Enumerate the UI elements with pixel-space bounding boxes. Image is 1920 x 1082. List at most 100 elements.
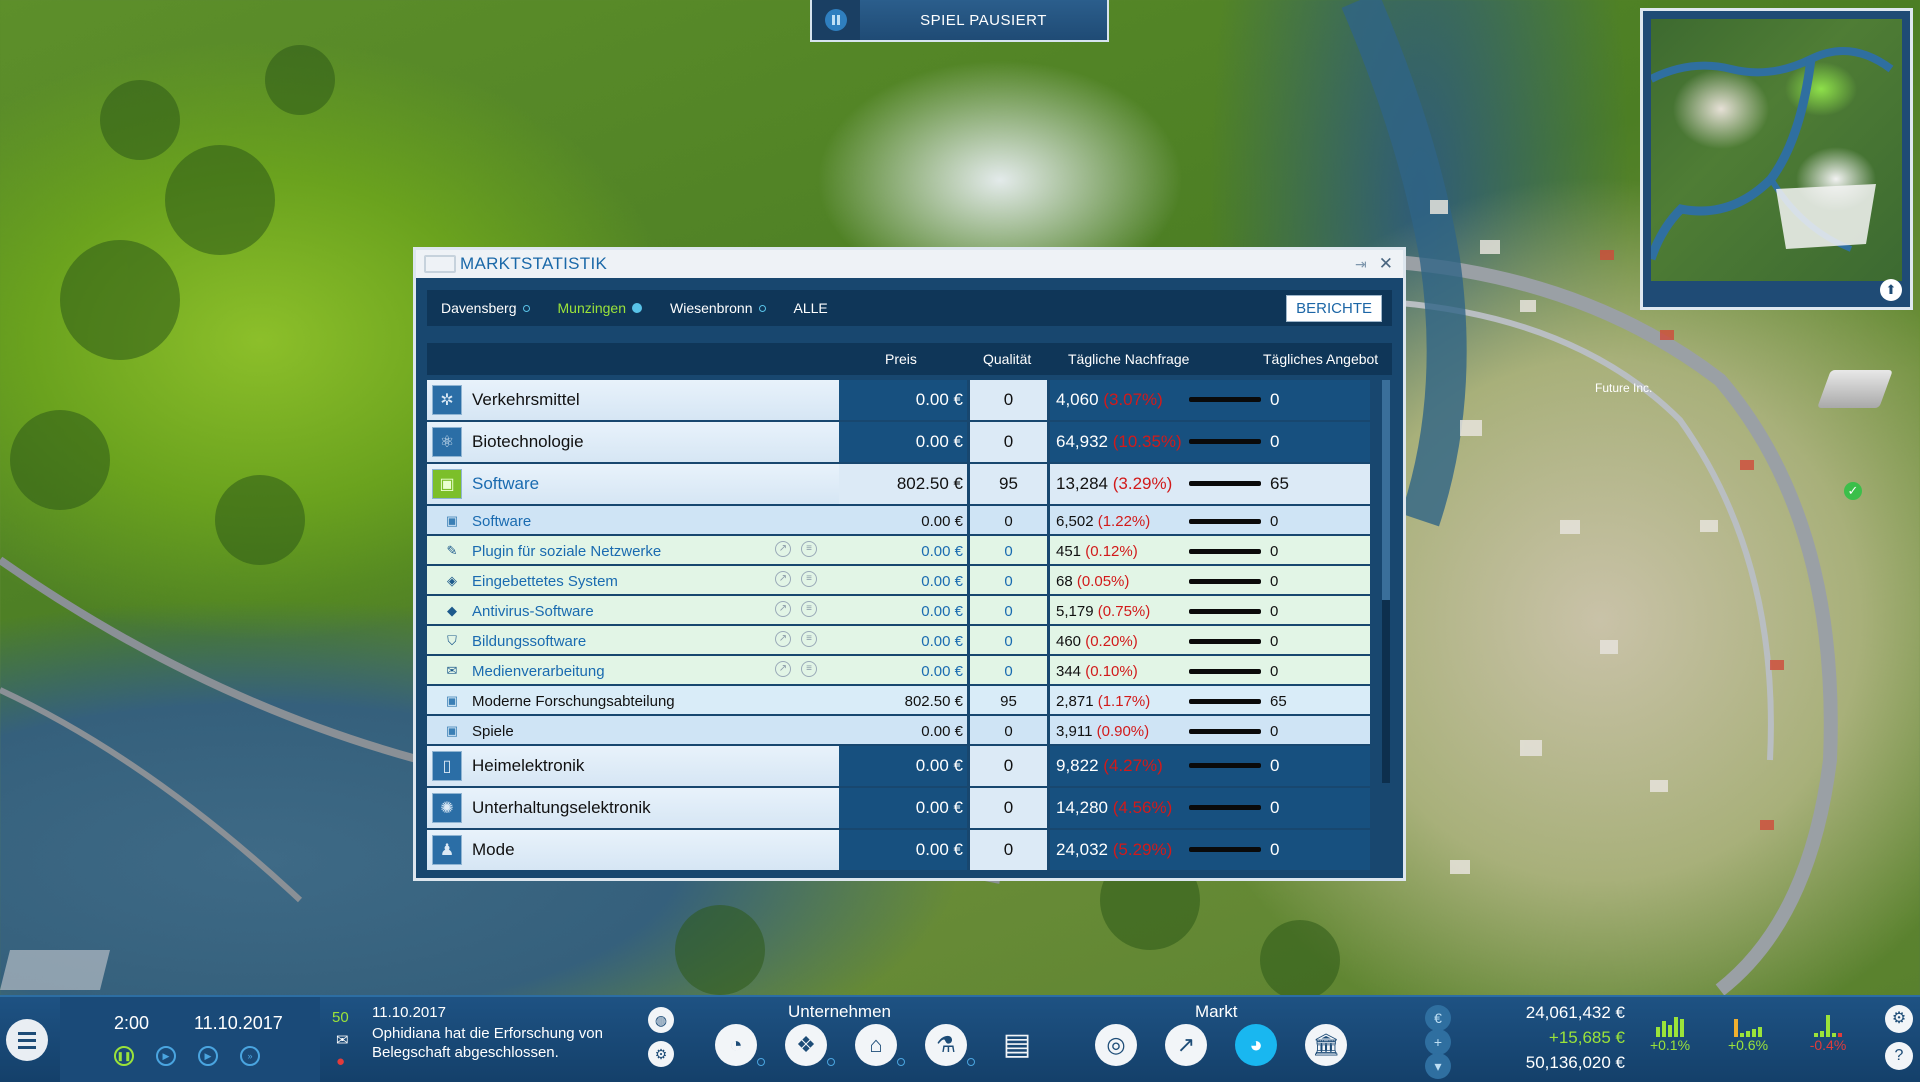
help-icon[interactable]: ? [1885,1042,1913,1070]
stat-3[interactable]: -0.4% [1800,1011,1856,1053]
chart-icon[interactable]: ↗ [775,571,791,587]
minimap-view[interactable] [1651,19,1902,281]
details-icon[interactable]: ≡ [801,571,817,587]
play-speed-icon[interactable]: ▶ [156,1046,176,1066]
stocks-icon[interactable]: ↗ [1165,1024,1207,1066]
tab-munzingen[interactable]: Munzingen [558,300,642,316]
research-icon[interactable]: ⚗ [925,1024,975,1066]
header-price[interactable]: Preis [885,351,917,367]
finance-panel[interactable]: 24,061,432 € +15,685 € 50,136,020 € [1470,997,1625,1082]
row-demand: 64,932 (10.35%) [1056,432,1182,452]
row-demand: 9,822 (4.27%) [1056,756,1163,776]
menu-icon[interactable] [6,1019,48,1061]
building-preview-icon[interactable] [1817,370,1893,408]
window-titlebar[interactable]: MARKTSTATISTIK ⇥ ✕ [416,250,1403,278]
row-name: Antivirus-Software [472,603,594,620]
market-statistics-icon[interactable]: ◕ [1235,1024,1277,1066]
category-row[interactable]: ▣ Software 802.50 € 95 13,284 (3.29%) 65 [427,464,1370,504]
demand-percent: (0.90%) [1096,723,1150,740]
map-company-label: Future Inc. [1595,381,1652,395]
compass-icon[interactable]: ⬆ [1880,279,1902,301]
row-supply: 0 [1270,663,1279,680]
time-panel: 2:00 11.10.2017 ❚❚ ▶ ▶ » [60,997,320,1082]
name-cell: ▣ Software [427,464,839,504]
clipboard-icon[interactable]: ▤ [996,1024,1038,1066]
tab-wiesenbronn[interactable]: Wiesenbronn [670,300,766,316]
header-supply[interactable]: Tägliches Angebot [1263,351,1378,367]
supply-demand-bar [1189,763,1261,768]
stat-1-value: +0.1% [1649,1037,1691,1053]
chart-icon[interactable]: ↗ [775,541,791,557]
trend-down-icon [1800,1011,1856,1037]
details-icon[interactable]: ≡ [801,601,817,617]
pause-speed-icon[interactable]: ❚❚ [114,1046,134,1066]
supply-demand-bar [1189,847,1261,852]
quality-cell: 95 [970,686,1047,714]
demand-value: 451 [1056,543,1082,560]
details-icon[interactable]: ≡ [801,541,817,557]
pause-banner[interactable]: SPIEL PAUSIERT [810,0,1109,42]
stat-1[interactable]: +0.1% [1642,1011,1698,1053]
chart-icon[interactable]: ↗ [775,601,791,617]
tab-davensberg[interactable]: Davensberg [441,300,530,316]
quality-cell: 0 [970,536,1047,564]
chart-icon[interactable]: ↗ [775,631,791,647]
product-row[interactable]: ⛉ Bildungssoftware ↗ ≡ 0.00 € 0 460 (0.20%… [427,626,1370,654]
category-row[interactable]: ▯ Heimelektronik 0.00 € 0 9,822 (4.27%) … [427,746,1370,786]
table-scrollbar[interactable] [1382,380,1390,783]
production-icon[interactable]: ❖ [785,1024,835,1066]
game-time: 2:00 [114,1013,150,1033]
settings-icon[interactable]: ⚙ [1885,1005,1913,1033]
row-price: 0.00 € [915,840,963,859]
stat-2[interactable]: +0.6% [1720,1011,1776,1053]
scrollbar-thumb[interactable] [1382,380,1390,600]
product-row[interactable]: ◈ Eingebettetes System ↗ ≡ 0.00 € 0 68 (0.… [427,566,1370,594]
row-name: Mode [472,840,515,859]
pause-icon[interactable] [812,0,860,40]
settings-small-icon[interactable]: ⚙ [648,1041,674,1067]
news-message[interactable]: Ophidiana hat die Erforschung von Belegs… [372,1024,632,1062]
globe-small-icon[interactable]: ◍ [648,1007,674,1033]
details-icon[interactable]: ≡ [801,661,817,677]
reports-button[interactable]: BERICHTE [1286,294,1382,322]
details-icon[interactable]: ≡ [801,631,817,647]
subcategory-row[interactable]: ▣ Spiele 0.00 € 0 3,911 (0.90%) 0 [427,716,1370,744]
fast-speed-icon[interactable]: ▶ [198,1046,218,1066]
product-row[interactable]: ◆ Antivirus-Software ↗ ≡ 0.00 € 0 5,179 (0… [427,596,1370,624]
section-company-label: Unternehmen [788,1002,892,1021]
category-row[interactable]: ✺ Unterhaltungselektronik 0.00 € 0 14,28… [427,788,1370,828]
product-row[interactable]: ✉ Medienverarbeitung ↗ ≡ 0.00 € 0 344 (0.1… [427,656,1370,684]
money-small-icon[interactable]: € [1425,1005,1451,1031]
subcategory-row[interactable]: ▣ Software 0.00 € 0 6,502 (1.22%) 0 [427,506,1370,534]
pin-icon[interactable]: ⇥ [1355,256,1367,273]
price-cell: 0.00 € [839,536,967,564]
minimap[interactable]: ⬆ [1640,8,1913,310]
game-date: 11.10.2017 [194,1013,283,1033]
company-overview-icon[interactable]: ◔ [715,1024,765,1066]
income-small-icon[interactable]: + [1425,1029,1451,1055]
fastest-speed-icon[interactable]: » [240,1046,260,1066]
product-row[interactable]: ✎ Plugin für soziale Netzwerke ↗ ≡ 0.00 € … [427,536,1370,564]
stat-2-value: +0.6% [1727,1037,1769,1053]
value-small-icon[interactable]: ▾ [1425,1053,1451,1079]
world-market-icon[interactable]: ◎ [1095,1024,1137,1066]
mail-icon[interactable]: ✉ [336,1031,349,1049]
chart-icon[interactable]: ↗ [775,661,791,677]
check-icon[interactable]: ✓ [1844,482,1862,500]
price-cell: 0.00 € [839,830,967,870]
close-icon[interactable]: ✕ [1379,254,1393,274]
alert-icon[interactable]: ● [336,1053,345,1070]
row-price: 0.00 € [915,390,963,409]
category-row[interactable]: ✲ Verkehrsmittel 0.00 € 0 4,060 (3.07%) … [427,380,1370,420]
buildings-icon[interactable]: ⌂ [855,1024,905,1066]
bank-icon[interactable]: 🏛 [1305,1024,1347,1066]
row-price: 0.00 € [921,723,963,740]
category-row[interactable]: ♟ Mode 0.00 € 0 24,032 (5.29%) 0 [427,830,1370,870]
header-demand[interactable]: Tägliche Nachfrage [1068,351,1189,367]
subcategory-row[interactable]: ▣ Moderne Forschungsabteilung 802.50 € 9… [427,686,1370,714]
header-quality[interactable]: Qualität [983,351,1031,367]
section-market-label: Markt [1195,1002,1238,1021]
tab-alle[interactable]: ALLE [794,300,828,316]
tab-dot [758,304,766,312]
category-row[interactable]: ⚛ Biotechnologie 0.00 € 0 64,932 (10.35%… [427,422,1370,462]
